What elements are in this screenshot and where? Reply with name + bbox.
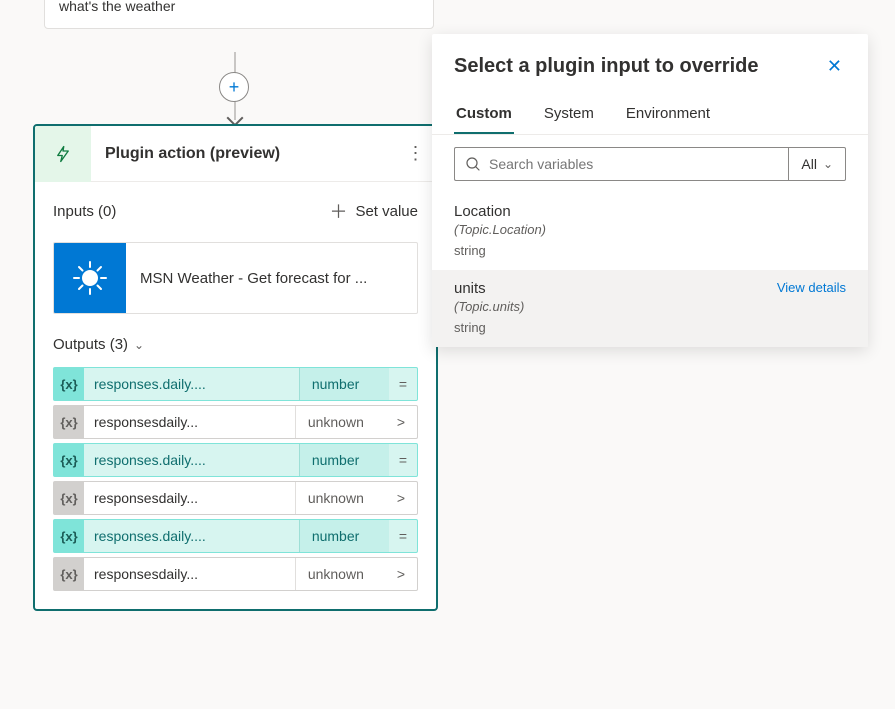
node-menu-button[interactable]: ⋮ [396,143,436,164]
chevron-right-icon: > [385,490,417,506]
equals-sign: = [389,376,417,392]
tab-environment[interactable]: Environment [624,97,712,134]
search-icon [465,156,481,172]
close-button[interactable]: ✕ [823,52,846,81]
search-box[interactable] [454,147,788,181]
inputs-section-header: Inputs (0) ＋ Set value [35,182,436,234]
variable-badge: {x} [54,368,84,400]
search-input[interactable] [489,156,778,172]
tab-system[interactable]: System [542,97,596,134]
output-row[interactable]: {x} responses.daily.... number = [53,519,418,553]
variable-name: Location [454,203,546,220]
input-override-flyout: Select a plugin input to override ✕ Cust… [432,34,868,347]
variable-badge: {x} [54,520,84,552]
node-title: Plugin action (preview) [91,145,396,163]
tab-row: Custom System Environment [432,91,868,135]
connector-item[interactable]: MSN Weather - Get forecast for ... [53,242,418,314]
output-type: unknown [295,406,385,438]
view-details-link[interactable]: View details [777,280,846,295]
variable-badge: {x} [54,482,84,514]
variable-name: units [454,280,524,297]
bolt-icon [54,143,72,165]
output-row[interactable]: {x} responsesdaily... unknown > [53,405,418,439]
output-name: responsesdaily... [84,490,295,506]
output-type: number [299,368,389,400]
variable-badge: {x} [54,444,84,476]
equals-sign: = [389,528,417,544]
output-name: responsesdaily... [84,414,295,430]
outputs-toggle[interactable]: Outputs (3) ⌄ [35,330,436,363]
tab-custom[interactable]: Custom [454,97,514,134]
variable-path: (Topic.Location) [454,222,546,237]
variable-path: (Topic.units) [454,299,524,314]
outputs-label: Outputs (3) [53,336,128,353]
output-name: responses.daily.... [84,528,299,544]
output-name: responsesdaily... [84,566,295,582]
close-icon: ✕ [827,56,842,76]
plus-icon: + [229,77,240,98]
filter-label: All [801,156,817,172]
filter-dropdown[interactable]: All ⌄ [788,147,846,181]
trigger-phrase: what's the weather [59,0,419,16]
trigger-card[interactable]: get weather what's the weather [44,0,434,29]
output-row[interactable]: {x} responsesdaily... unknown > [53,557,418,591]
variable-type: string [454,243,546,258]
equals-sign: = [389,452,417,468]
variable-badge: {x} [54,406,84,438]
output-row[interactable]: {x} responses.daily.... number = [53,367,418,401]
chevron-right-icon: > [385,566,417,582]
set-value-label: Set value [355,203,418,220]
variable-item-location[interactable]: Location (Topic.Location) string [432,193,868,270]
output-name: responses.daily.... [84,452,299,468]
add-node-button[interactable]: + [219,72,249,102]
output-type: unknown [295,482,385,514]
output-row[interactable]: {x} responses.daily.... number = [53,443,418,477]
set-value-button[interactable]: ＋ Set value [329,198,418,224]
variable-badge: {x} [54,558,84,590]
weather-icon [54,242,126,314]
variable-type: string [454,320,524,335]
output-type: unknown [295,558,385,590]
plugin-action-node[interactable]: Plugin action (preview) ⋮ Inputs (0) ＋ S… [33,124,438,611]
inputs-label: Inputs (0) [53,203,116,220]
chevron-down-icon: ⌄ [134,338,144,352]
output-row[interactable]: {x} responsesdaily... unknown > [53,481,418,515]
plugin-icon [35,126,91,182]
chevron-down-icon: ⌄ [823,157,833,171]
variable-item-units[interactable]: units (Topic.units) string View details [432,270,868,347]
chevron-right-icon: > [385,414,417,430]
flyout-title: Select a plugin input to override [454,55,758,78]
node-header: Plugin action (preview) ⋮ [35,126,436,182]
output-type: number [299,520,389,552]
connector-name: MSN Weather - Get forecast for ... [126,270,417,287]
output-name: responses.daily.... [84,376,299,392]
output-type: number [299,444,389,476]
plus-icon: ＋ [329,198,347,224]
